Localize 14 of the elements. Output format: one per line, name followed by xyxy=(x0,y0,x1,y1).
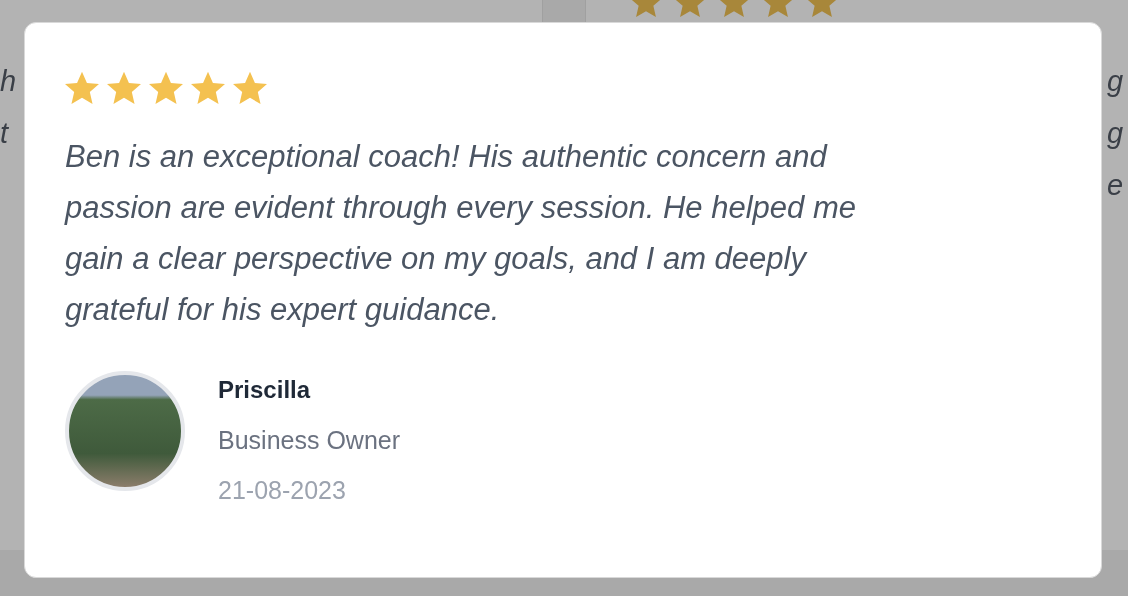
text-fragment: t xyxy=(0,116,9,150)
star-icon xyxy=(65,71,99,105)
star-icon xyxy=(149,71,183,105)
author-role: Business Owner xyxy=(218,425,401,456)
author-name: Priscilla xyxy=(218,375,312,405)
review-date: 21-08-2023 xyxy=(218,475,347,506)
star-icon xyxy=(191,71,225,105)
testimonial-quote: Ben is an exceptional coach! His authentic concern and passion are evident through every session. He helped me gain a clear perspective on my goals, and I am deeply grateful for his expert guidance. xyxy=(65,138,857,329)
star-icon xyxy=(107,71,141,105)
text-fragment: g xyxy=(1107,64,1124,98)
text-fragment: g xyxy=(1107,116,1124,150)
text-fragment: e xyxy=(1107,168,1124,202)
text-fragment: h xyxy=(0,64,17,98)
star-icon xyxy=(233,71,267,105)
